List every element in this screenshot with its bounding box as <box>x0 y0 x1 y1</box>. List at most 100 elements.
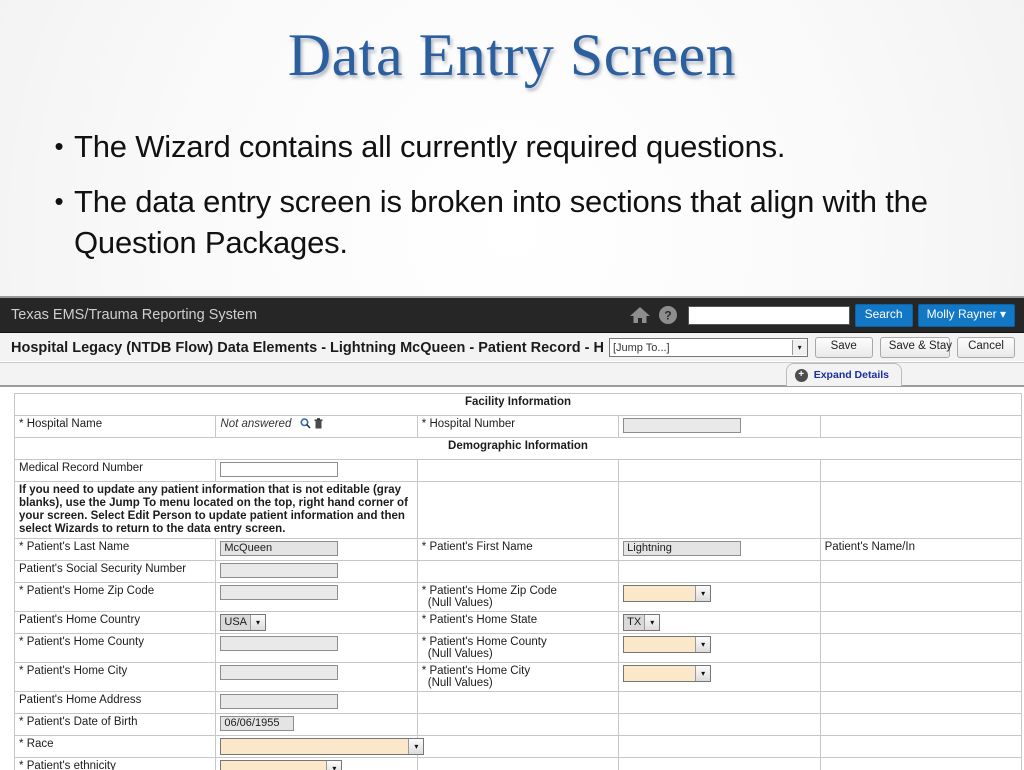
select-value <box>624 666 695 681</box>
patient-first-name-field: Lightning <box>619 539 820 561</box>
patient-home-zip-null-label: * Patient's Home Zip Code (Null Values) <box>417 583 618 612</box>
label-text: Patient's Home City <box>27 665 128 677</box>
empty-cell <box>417 736 618 758</box>
patient-home-state-select[interactable]: TX ▾ <box>623 614 660 631</box>
ethnicity-field: ▾ <box>216 758 417 770</box>
form-page: Facility Information * Hospital Name Not… <box>0 387 1024 770</box>
required-marker: * <box>19 585 23 597</box>
hospital-number-input[interactable] <box>623 418 741 433</box>
select-value: TX <box>624 615 644 630</box>
medical-record-number-input[interactable] <box>220 462 338 477</box>
patient-home-county-null-select[interactable]: ▾ <box>623 636 711 653</box>
chevron-down-icon: ▾ <box>792 340 807 355</box>
race-select[interactable]: ▾ <box>220 738 424 755</box>
patient-home-zip-null-select[interactable]: ▾ <box>623 585 711 602</box>
search-button[interactable]: Search <box>855 304 913 327</box>
table-row-home-city: * Patient's Home City * Patient's Home C… <box>15 663 1022 692</box>
hospital-name-field: Not answered <box>216 416 417 438</box>
patient-home-country-label: Patient's Home Country <box>15 612 216 634</box>
label-text: Patient's Home State <box>429 614 537 626</box>
patient-home-country-select[interactable]: USA ▾ <box>220 614 266 631</box>
empty-cell <box>417 482 618 539</box>
patient-home-zip-input[interactable] <box>220 585 338 600</box>
patient-first-name-input[interactable]: Lightning <box>623 541 741 556</box>
home-icon[interactable] <box>629 306 651 324</box>
empty-cell <box>619 714 820 736</box>
table-row-ssn: Patient's Social Security Number <box>15 561 1022 583</box>
section-title: Facility Information <box>15 394 1022 416</box>
patient-ssn-input[interactable] <box>220 563 338 578</box>
null-values-note: (Null Values) <box>422 648 614 660</box>
overflow-cell <box>820 561 1021 583</box>
patient-first-name-label: * Patient's First Name <box>417 539 618 561</box>
overflow-cell <box>820 460 1021 482</box>
patient-home-county-label: * Patient's Home County <box>15 634 216 663</box>
empty-cell <box>417 692 618 714</box>
tab-strip: + Expand Details <box>0 363 1024 387</box>
patient-home-city-null-select[interactable]: ▾ <box>623 665 711 682</box>
user-menu-button[interactable]: Molly Rayner ▾ <box>918 304 1015 327</box>
jump-to-select[interactable]: [Jump To...] ▾ <box>609 338 808 357</box>
label-text: Hospital Number <box>429 418 515 430</box>
overflow-cell <box>820 736 1021 758</box>
label-text: Patient's Home Zip Code <box>27 585 154 597</box>
svg-text:?: ? <box>664 309 671 323</box>
medical-record-number-label: Medical Record Number <box>15 460 216 482</box>
section-header-demographic: Demographic Information <box>15 438 1022 460</box>
table-row-home-zip: * Patient's Home Zip Code * Patient's Ho… <box>15 583 1022 612</box>
label-text: Patient's Home Zip Code <box>429 585 556 597</box>
required-marker: * <box>19 738 23 750</box>
select-value: USA <box>221 615 250 630</box>
label-text: Patient's Home City <box>429 665 530 677</box>
table-row-race: * Race ▾ <box>15 736 1022 758</box>
search-icon[interactable] <box>300 418 314 430</box>
list-item: • The data entry screen is broken into s… <box>44 181 1004 263</box>
bullet-marker-icon: • <box>44 181 74 221</box>
patient-home-address-input[interactable] <box>220 694 338 709</box>
patient-home-city-field <box>216 663 417 692</box>
warning-text: If you need to update any patient inform… <box>15 482 418 539</box>
app-header-bar: Texas EMS/Trauma Reporting System ? Sear… <box>0 298 1024 333</box>
table-row-home-county: * Patient's Home County * Patient's Home… <box>15 634 1022 663</box>
empty-cell <box>417 758 618 770</box>
select-value <box>221 739 408 754</box>
table-row-home-country: Patient's Home Country USA ▾ * Patient's… <box>15 612 1022 634</box>
required-marker: * <box>422 665 426 677</box>
patient-home-zip-null-field: ▾ <box>619 583 820 612</box>
overflow-cell <box>820 692 1021 714</box>
chevron-down-icon: ▾ <box>695 637 710 652</box>
list-item: • The Wizard contains all currently requ… <box>44 126 1004 167</box>
expand-details-tab[interactable]: + Expand Details <box>786 363 902 386</box>
patient-record-form: Facility Information * Hospital Name Not… <box>14 393 1022 770</box>
select-value <box>624 586 695 601</box>
patient-dob-input[interactable]: 06/06/1955 <box>220 716 294 731</box>
patient-home-city-input[interactable] <box>220 665 338 680</box>
save-and-stay-button[interactable]: Save & Stay <box>880 337 950 358</box>
chevron-down-icon: ▾ <box>644 615 659 630</box>
select-value <box>221 761 326 770</box>
plus-circle-icon: + <box>795 369 808 382</box>
empty-cell <box>619 460 820 482</box>
table-row-patient-name: * Patient's Last Name McQueen * Patient'… <box>15 539 1022 561</box>
empty-cell <box>619 736 820 758</box>
patient-ssn-label: Patient's Social Security Number <box>15 561 216 583</box>
race-field: ▾ <box>216 736 417 758</box>
trash-icon[interactable] <box>314 418 323 430</box>
required-marker: * <box>19 665 23 677</box>
patient-home-county-input[interactable] <box>220 636 338 651</box>
cancel-button[interactable]: Cancel <box>957 337 1015 358</box>
ethnicity-label: * Patient's ethnicity <box>15 758 216 770</box>
patient-home-state-field: TX ▾ <box>619 612 820 634</box>
help-icon[interactable]: ? <box>658 305 678 325</box>
save-button[interactable]: Save <box>815 337 873 358</box>
empty-cell <box>619 692 820 714</box>
required-marker: * <box>422 541 426 553</box>
table-row-home-address: Patient's Home Address <box>15 692 1022 714</box>
patient-home-city-null-field: ▾ <box>619 663 820 692</box>
search-input[interactable] <box>688 306 850 325</box>
bullet-text: The data entry screen is broken into sec… <box>74 181 1004 263</box>
ethnicity-select[interactable]: ▾ <box>220 760 342 770</box>
bullet-marker-icon: • <box>44 126 74 166</box>
patient-last-name-input[interactable]: McQueen <box>220 541 338 556</box>
bullet-text: The Wizard contains all currently requir… <box>74 126 1004 167</box>
